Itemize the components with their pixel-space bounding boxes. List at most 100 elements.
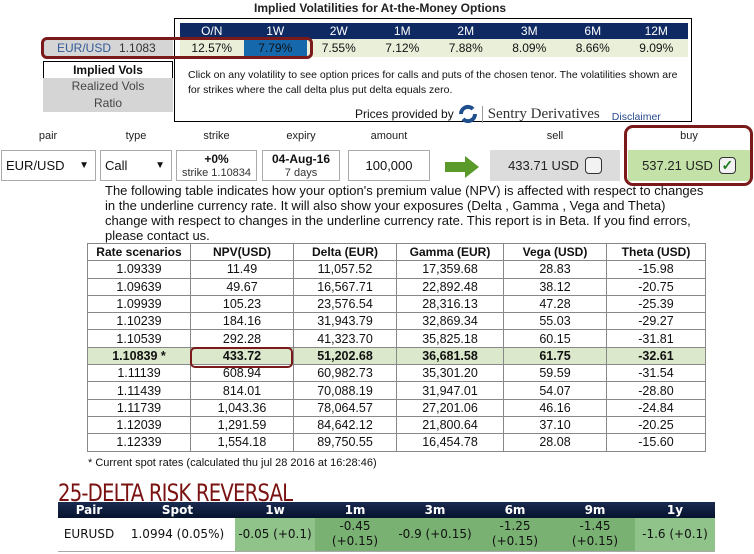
table-cell: 1.10239 xyxy=(87,312,191,331)
table-cell: 37.10 xyxy=(503,415,607,435)
table-cell: 51,202.68 xyxy=(293,346,397,366)
type-label: type xyxy=(125,130,147,142)
table-cell: 16,567.71 xyxy=(293,277,397,296)
table-cell: -24.84 xyxy=(606,398,706,417)
provider-name: Sentry Derivatives xyxy=(481,105,600,123)
table-cell: 105.23 xyxy=(190,294,294,314)
table-cell: 23,576.54 xyxy=(293,294,397,314)
rr-header: 1m xyxy=(315,502,395,518)
vol-cell-1m[interactable]: 7.12% xyxy=(371,39,435,57)
disclaimer-link[interactable]: Disclaimer xyxy=(612,111,661,123)
scenario-table: Rate scenarios NPV(USD) Delta (EUR) Gamma (… xyxy=(87,242,706,452)
pair-select[interactable]: EUR/USD ▼ xyxy=(1,150,96,181)
rr-cell: EURUSD xyxy=(58,518,121,552)
table-row: 1.09339 11.49 11,057.52 17,359.68 28.83 -15.9… xyxy=(87,260,706,279)
table-row: 1.11439 814.01 70,088.19 31,947.01 54.07 -28.… xyxy=(87,381,706,400)
expiry-field[interactable]: 04-Aug-16 7 days xyxy=(262,150,340,181)
rr-header: Pair xyxy=(58,502,121,518)
rr-cell: -1.45 (+0.15) xyxy=(555,518,635,552)
tab-implied-vols[interactable]: Implied Vols xyxy=(43,61,173,79)
sell-checkbox[interactable] xyxy=(584,157,602,174)
vol-cell-3m[interactable]: 8.09% xyxy=(498,39,562,57)
column-header: NPV(USD) xyxy=(190,242,294,262)
rr-cell: -1.6 (+0.1) xyxy=(635,518,715,552)
table-cell: 31,943.79 xyxy=(293,312,397,331)
table-cell: 1.10839 * xyxy=(87,346,191,366)
rr-cell: 1.0994 (0.05%) xyxy=(120,518,235,552)
column-header: Rate scenarios xyxy=(87,242,191,262)
tenor-header-6m: 6M xyxy=(584,24,602,38)
table-cell: 28,316.13 xyxy=(396,294,504,314)
tab-group: Realized Vols Ratio xyxy=(43,78,173,112)
rr-header: 1w xyxy=(235,502,315,518)
sell-button[interactable]: 433.71 USD xyxy=(490,150,620,181)
table-cell: 11,057.52 xyxy=(293,260,397,279)
vol-cell-2m[interactable]: 7.88% xyxy=(434,39,498,57)
table-row: 1.10239 184.16 31,943.79 32,869.34 55.03 -29.… xyxy=(87,312,706,331)
amount-label: amount xyxy=(370,130,408,142)
strike-field[interactable]: +0% strike 1.10834 xyxy=(176,150,257,181)
table-cell: 46.16 xyxy=(503,398,607,417)
table-cell: 47.28 xyxy=(503,294,607,314)
footnote: * Current spot rates (calculated thu jul… xyxy=(88,457,377,469)
rr-cell: -0.05 (+0.1) xyxy=(235,518,315,552)
table-cell: -31.54 xyxy=(606,364,706,383)
vol-cell-2w[interactable]: 7.55% xyxy=(307,39,371,57)
table-cell: 84,642.12 xyxy=(293,415,397,435)
table-cell: -28.80 xyxy=(606,381,706,400)
tab-realized-vols[interactable]: Realized Vols xyxy=(43,78,173,95)
vol-cell-6m[interactable]: 8.66% xyxy=(561,39,625,57)
sell-price: 433.71 USD xyxy=(508,158,579,173)
tenor-header-2w: 2W xyxy=(329,24,348,38)
table-cell: -32.61 xyxy=(606,346,706,366)
vol-cell-12m[interactable]: 9.09% xyxy=(625,39,689,57)
iv-description: Click on any volatility to see option pr… xyxy=(188,69,678,96)
table-cell: -15.60 xyxy=(606,433,706,452)
table-cell: 35,825.18 xyxy=(396,329,504,348)
table-cell: 31,947.01 xyxy=(396,381,504,400)
table-cell: 60,982.73 xyxy=(293,364,397,383)
table-cell: 32,869.34 xyxy=(396,312,504,331)
table-row: 1.11739 1,043.36 78,064.57 27,201.06 46.16 -2… xyxy=(87,398,706,417)
column-header: Delta (EUR) xyxy=(293,242,397,262)
expiry-label: expiry xyxy=(286,130,316,142)
tenor-header-2m: 2M xyxy=(457,24,475,38)
table-cell: 49.67 xyxy=(190,277,294,296)
table-cell: 36,681.58 xyxy=(396,346,504,366)
table-cell: 59.59 xyxy=(503,364,607,383)
table-cell: 78,064.57 xyxy=(293,398,397,417)
table-cell: 21,800.64 xyxy=(396,415,504,435)
pair-value: EUR/USD xyxy=(6,158,65,173)
highlight-outline xyxy=(41,37,313,59)
table-cell: 1.12039 xyxy=(87,415,191,435)
amount-input[interactable]: 100,000 xyxy=(348,150,430,181)
table-cell: 60.15 xyxy=(503,329,607,348)
table-cell: 184.16 xyxy=(190,312,294,331)
sell-label: sell xyxy=(546,130,564,142)
strike-value: strike 1.10834 xyxy=(181,167,252,179)
table-cell: -15.98 xyxy=(606,260,706,279)
table-cell: 1.09339 xyxy=(87,260,191,279)
table-cell: 22,892.48 xyxy=(396,277,504,296)
prices-by-label: Prices provided by xyxy=(355,107,454,121)
table-cell: -31.81 xyxy=(606,329,706,348)
column-header: Gamma (EUR) xyxy=(396,242,504,262)
table-cell: 1,291.59 xyxy=(190,415,294,435)
table-cell: -20.75 xyxy=(606,277,706,296)
table-cell: 1.11439 xyxy=(87,381,191,400)
rr-header: 6m xyxy=(475,502,555,518)
table-cell: 28.83 xyxy=(503,260,607,279)
table-cell: -29.27 xyxy=(606,312,706,331)
rr-header: Spot xyxy=(120,502,235,518)
table-row: 1.10839 * 433.72 51,202.68 36,681.58 61.75 -3… xyxy=(87,346,706,366)
provider-credit: Prices provided by Sentry Derivatives Di… xyxy=(355,104,661,124)
table-row: 1.12339 1,554.18 89,750.55 16,454.78 28.08 -1… xyxy=(87,433,706,452)
table-cell: 1,043.36 xyxy=(190,398,294,417)
type-select[interactable]: Call ▼ xyxy=(100,150,172,181)
table-row: 1.10539 292.28 41,323.70 35,825.18 60.15 -31.… xyxy=(87,329,706,348)
rr-header: 3m xyxy=(395,502,475,518)
table-cell: 1.12339 xyxy=(87,433,191,452)
npv-description: The following table indicates how your o… xyxy=(105,183,704,243)
tab-ratio[interactable]: Ratio xyxy=(43,95,173,112)
table-row: 1.09639 49.67 16,567.71 22,892.48 38.12 -20.7… xyxy=(87,277,706,296)
